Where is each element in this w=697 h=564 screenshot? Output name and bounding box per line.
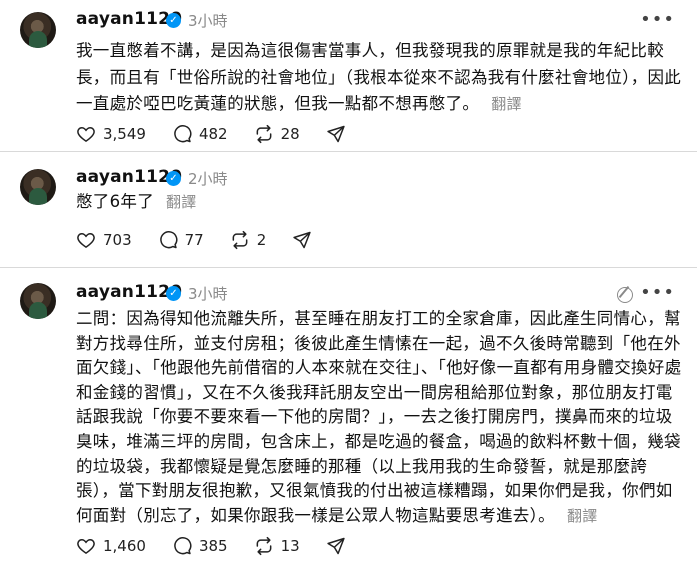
- avatar[interactable]: [20, 169, 56, 205]
- share-button[interactable]: [292, 230, 319, 250]
- verified-badge-icon: ✓: [166, 286, 181, 301]
- repost-count: 13: [280, 537, 300, 555]
- comment-count: 482: [198, 125, 228, 143]
- more-options-icon[interactable]: •••: [640, 282, 675, 303]
- post-actions: 1,460 385 13: [76, 534, 353, 558]
- send-icon: [293, 231, 311, 249]
- like-count: 3,549: [103, 125, 146, 143]
- verified-badge-icon: ✓: [166, 171, 181, 186]
- like-button[interactable]: 1,460: [76, 536, 146, 556]
- post-body: 我一直憋着不講，是因為這很傷害當事人，但我發現我的原罪就是我的年紀比較長，而且有…: [76, 41, 682, 113]
- repost-button[interactable]: 13: [254, 536, 300, 556]
- thread-post: aayan1120 ✓ 3小時 ••• 我一直憋着不講，是因為這很傷害當事人，但…: [0, 0, 697, 151]
- repost-icon: [256, 536, 272, 556]
- send-icon: [327, 125, 345, 143]
- translate-link[interactable]: 翻譯: [491, 95, 522, 113]
- heart-icon: [77, 538, 95, 554]
- repost-icon: [256, 124, 272, 144]
- heart-icon: [77, 126, 95, 142]
- share-button[interactable]: [326, 536, 353, 556]
- verified-badge-icon: ✓: [166, 13, 181, 28]
- send-icon: [327, 537, 345, 555]
- avatar[interactable]: [20, 283, 56, 319]
- post-text: 我一直憋着不講，是因為這很傷害當事人，但我發現我的原罪就是我的年紀比較長，而且有…: [76, 38, 682, 118]
- comment-count: 385: [198, 537, 228, 555]
- heart-icon: [77, 232, 95, 248]
- post-text: 憋了6年了 翻譯: [76, 189, 682, 216]
- like-count: 703: [103, 231, 132, 249]
- like-button[interactable]: 3,549: [76, 124, 146, 144]
- repost-icon: [232, 230, 248, 250]
- post-body: 憋了6年了: [76, 192, 154, 211]
- thread-post: aayan1120 ✓ 2小時 憋了6年了 翻譯 703 77 2: [0, 151, 697, 267]
- post-actions: 3,549 482 28: [76, 122, 353, 146]
- comment-count: 77: [184, 231, 204, 249]
- comment-button[interactable]: 482: [172, 124, 228, 144]
- like-count: 1,460: [103, 537, 146, 555]
- post-text: 二問：因為得知他流離失所，甚至睡在朋友打工的全家倉庫，因此產生同情心，幫對方找尋…: [76, 307, 682, 528]
- repost-count: 2: [256, 231, 267, 249]
- repost-count: 28: [280, 125, 300, 143]
- post-time: 2小時: [188, 170, 228, 188]
- post-time: 3小時: [188, 285, 228, 303]
- comment-bubble-icon: [174, 125, 192, 143]
- comment-bubble-icon: [174, 537, 192, 555]
- like-button[interactable]: 703: [76, 230, 132, 250]
- thread-post: aayan1120 ✓ 3小時 ••• 二問：因為得知他流離失所，甚至睡在朋友打…: [0, 267, 697, 564]
- repost-button[interactable]: 2: [230, 230, 267, 250]
- post-body: 二問：因為得知他流離失所，甚至睡在朋友打工的全家倉庫，因此產生同情心，幫對方找尋…: [76, 309, 682, 525]
- post-time: 3小時: [188, 12, 228, 30]
- comment-button[interactable]: 77: [158, 230, 204, 250]
- repost-button[interactable]: 28: [254, 124, 300, 144]
- share-button[interactable]: [326, 124, 353, 144]
- avatar[interactable]: [20, 12, 56, 48]
- more-options-icon[interactable]: •••: [640, 9, 675, 30]
- translate-link[interactable]: 翻譯: [567, 507, 598, 525]
- comment-bubble-icon: [159, 231, 178, 249]
- translate-link[interactable]: 翻譯: [166, 193, 197, 211]
- post-actions: 703 77 2: [76, 228, 319, 252]
- comment-button[interactable]: 385: [172, 536, 228, 556]
- edited-indicator-icon: [617, 287, 633, 303]
